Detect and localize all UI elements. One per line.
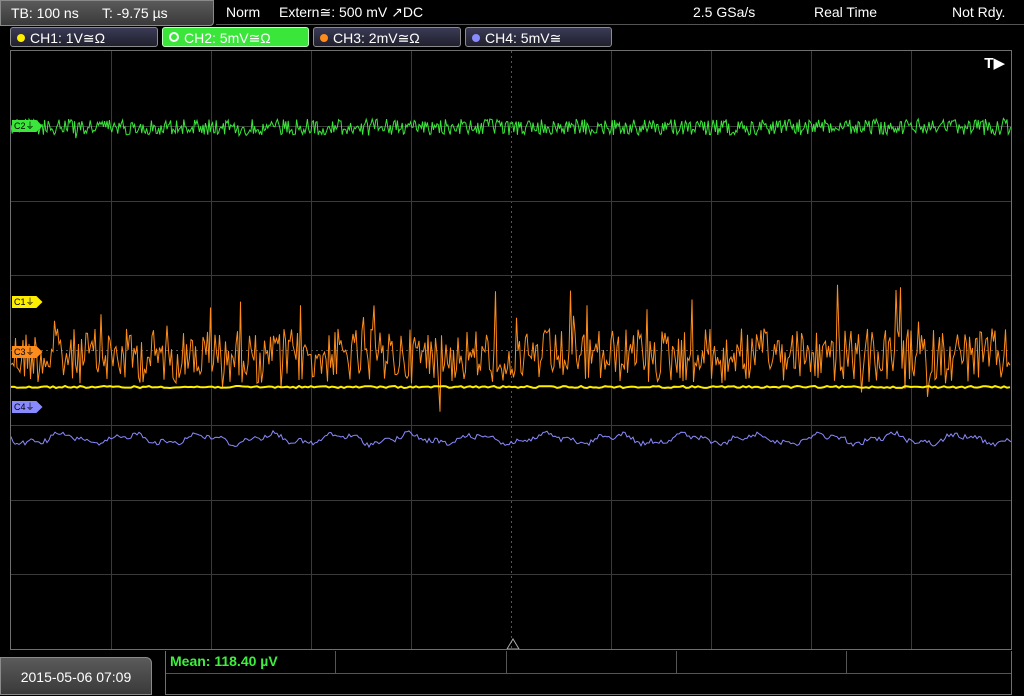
channel-3-trace (11, 284, 1011, 412)
channel-4-trace (11, 429, 1011, 449)
channel-1-offset-marker[interactable]: C1⏚ (12, 296, 43, 308)
channel-3-label: CH3: 2mV≅Ω (333, 30, 420, 46)
channel-3-tab[interactable]: CH3: 2mV≅Ω (313, 27, 461, 47)
channel-2-dot-icon (169, 32, 179, 42)
channel-1-trace (11, 384, 1011, 390)
status-bar: TB: 100 ns T: -9.75 µs Norm Extern≅: 500… (0, 0, 1024, 26)
channel-tabs: CH1: 1V≅Ω CH2: 5mV≅Ω CH3: 2mV≅Ω CH4: 5mV… (0, 27, 1024, 49)
measurement-cell[interactable] (507, 651, 677, 673)
channel-1-dot-icon (17, 34, 25, 42)
timebase-panel[interactable]: TB: 100 ns T: -9.75 µs (0, 0, 214, 26)
divider (166, 673, 1011, 674)
channel-4-label: CH4: 5mV≅ (485, 30, 562, 46)
mean-measurement: Mean: 118.40 µV (170, 653, 278, 669)
acquisition-mode[interactable]: Real Time (814, 0, 877, 24)
acquisition-status: Not Rdy. (952, 4, 1006, 20)
channel-2-trace (11, 117, 1011, 139)
trigger-arrow-icon[interactable]: T▶ (984, 54, 1005, 72)
timebase-value[interactable]: TB: 100 ns (11, 1, 79, 25)
waveform-display[interactable]: T▶ (10, 50, 1012, 650)
waveform-canvas (11, 51, 1011, 649)
channel-2-tab[interactable]: CH2: 5mV≅Ω (162, 27, 309, 47)
measurement-cell[interactable]: Mean: 118.40 µV (166, 651, 336, 673)
trigger-mode[interactable]: Norm (226, 0, 260, 24)
measurement-cell[interactable] (847, 651, 1013, 673)
measurement-panel[interactable]: Mean: 118.40 µV (165, 651, 1012, 695)
channel-4-dot-icon (472, 34, 480, 42)
measurement-cell[interactable] (336, 651, 507, 673)
channel-2-label: CH2: 5mV≅Ω (184, 30, 271, 46)
measurement-cell[interactable] (677, 651, 847, 673)
datetime-display: 2015-05-06 07:09 (0, 657, 152, 695)
trigger-source[interactable]: Extern≅: 500 mV ↗DC (279, 0, 423, 24)
divider (216, 24, 1024, 25)
channel-4-tab[interactable]: CH4: 5mV≅ (465, 27, 612, 47)
trigger-time-value[interactable]: T: -9.75 µs (102, 1, 168, 25)
sample-rate: 2.5 GSa/s (693, 4, 756, 20)
channel-1-tab[interactable]: CH1: 1V≅Ω (10, 27, 158, 47)
channel-3-offset-marker[interactable]: C3⏚ (12, 346, 43, 358)
channel-4-offset-marker[interactable]: C4⏚ (12, 401, 43, 413)
channel-2-offset-marker[interactable]: C2⏚ (12, 120, 43, 132)
trigger-position-marker-icon (506, 638, 520, 649)
graticule-grid (11, 51, 1011, 649)
channel-3-dot-icon (320, 34, 328, 42)
channel-1-label: CH1: 1V≅Ω (30, 30, 106, 46)
